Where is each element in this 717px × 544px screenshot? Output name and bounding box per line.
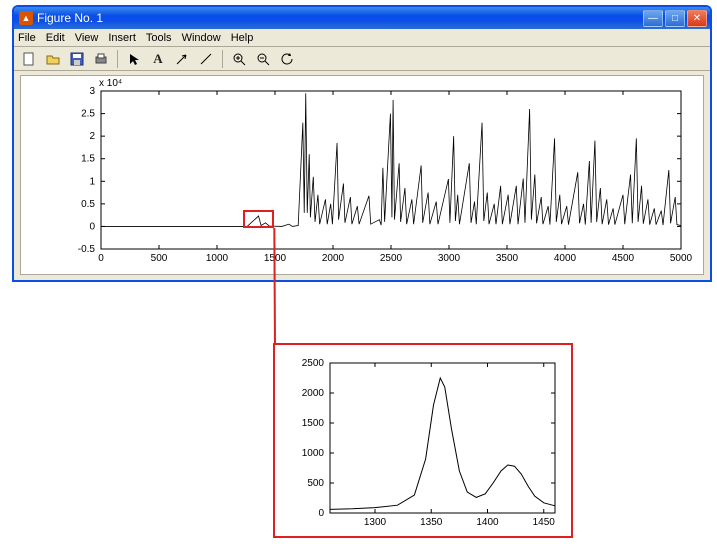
rotate-icon[interactable] [276,49,298,69]
toolbar-separator [222,50,223,68]
app-icon: ▲ [19,11,33,25]
menubar: File Edit View Insert Tools Window Help [14,29,710,47]
titlebar[interactable]: ▲ Figure No. 1 — □ ✕ [14,7,710,29]
menu-help[interactable]: Help [231,32,254,44]
main-axes[interactable]: 0500100015002000250030003500400045005000… [101,91,681,249]
open-icon[interactable] [42,49,64,69]
menu-insert[interactable]: Insert [108,32,136,44]
svg-text:1500: 1500 [302,418,325,429]
svg-text:2000: 2000 [302,388,325,399]
svg-text:1450: 1450 [533,517,556,528]
toolbar: A [14,47,710,71]
maximize-button[interactable]: □ [665,10,685,27]
svg-text:500: 500 [307,478,324,489]
save-icon[interactable] [66,49,88,69]
axis-exponent: x 10⁴ [99,78,122,89]
svg-text:1350: 1350 [420,517,443,528]
svg-text:500: 500 [151,253,168,264]
zoom-out-icon[interactable] [252,49,274,69]
menu-file[interactable]: File [18,32,36,44]
svg-text:1000: 1000 [206,253,229,264]
text-icon[interactable]: A [147,49,169,69]
svg-text:0: 0 [89,221,95,232]
menu-window[interactable]: Window [182,32,221,44]
line-icon[interactable] [195,49,217,69]
inset-frame: 1300 1350 1400 1450 0 500 1000 1500 2000 2500 [273,343,573,538]
arrow-icon[interactable] [171,49,193,69]
close-button[interactable]: ✕ [687,10,707,27]
svg-text:1.5: 1.5 [81,154,95,165]
inset-axes[interactable]: 130013501400145005001000150020002500 [330,363,555,513]
svg-text:0.5: 0.5 [81,199,95,210]
svg-text:1500: 1500 [264,253,287,264]
svg-text:4500: 4500 [612,253,635,264]
pointer-icon[interactable] [123,49,145,69]
svg-text:3000: 3000 [438,253,461,264]
svg-text:0: 0 [98,253,104,264]
window-title: Figure No. 1 [37,11,643,25]
figure-window: ▲ Figure No. 1 — □ ✕ File Edit View Inse… [12,5,712,282]
plot-area[interactable]: 0 500 1000 1500 2000 2500 3000 3500 4000 4500 5000… [20,75,704,275]
menu-tools[interactable]: Tools [146,32,172,44]
svg-text:5000: 5000 [670,253,693,264]
svg-text:3: 3 [89,86,95,97]
zoom-in-icon[interactable] [228,49,250,69]
svg-text:4000: 4000 [554,253,577,264]
svg-text:-0.5: -0.5 [78,244,96,255]
svg-text:2500: 2500 [302,358,325,369]
svg-text:3500: 3500 [496,253,519,264]
menu-view[interactable]: View [75,32,99,44]
new-figure-icon[interactable] [18,49,40,69]
svg-text:1400: 1400 [476,517,499,528]
minimize-button[interactable]: — [643,10,663,27]
svg-text:2: 2 [89,131,95,142]
svg-text:0: 0 [318,508,324,519]
menu-edit[interactable]: Edit [46,32,65,44]
svg-text:2500: 2500 [380,253,403,264]
toolbar-separator [117,50,118,68]
svg-text:1000: 1000 [302,448,325,459]
svg-text:2000: 2000 [322,253,345,264]
svg-text:1300: 1300 [364,517,387,528]
svg-text:1: 1 [89,176,95,187]
svg-text:2.5: 2.5 [81,109,95,120]
print-icon[interactable] [90,49,112,69]
